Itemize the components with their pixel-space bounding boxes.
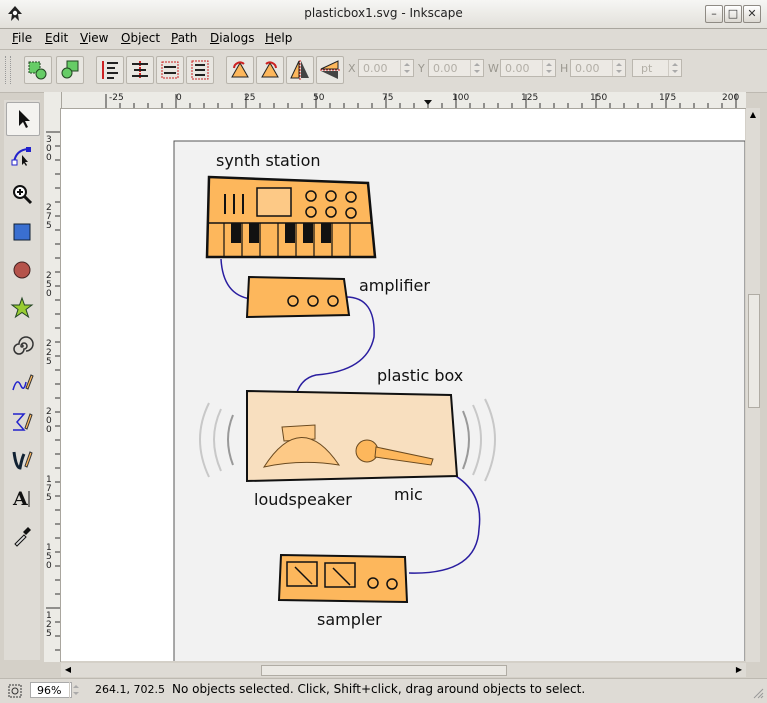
- scroll-right-icon[interactable]: ▶: [734, 665, 744, 675]
- horizontal-ruler[interactable]: -25 0 25 50 75 100 125 150 175 200: [62, 92, 746, 109]
- plastic-box: [246, 389, 459, 483]
- star-tool[interactable]: [6, 292, 38, 324]
- scroll-left-icon[interactable]: ◀: [63, 665, 73, 675]
- vertical-ruler[interactable]: 300 275 250 225 200 175 150 125: [44, 108, 61, 662]
- ruler-ticks: [105, 94, 737, 108]
- unit-select[interactable]: pt: [632, 58, 682, 80]
- scroll-up-icon[interactable]: ▲: [748, 110, 758, 120]
- horizontal-scrollbar[interactable]: ◀ ▶: [61, 663, 746, 677]
- menu-edit[interactable]: Edit: [45, 31, 68, 45]
- menu-dialogs[interactable]: Dialogs: [210, 31, 254, 45]
- label-sampler: sampler: [317, 610, 382, 629]
- calligraphy-tool[interactable]: [6, 444, 38, 476]
- vertical-scroll-thumb[interactable]: [748, 294, 760, 408]
- select-tool[interactable]: [6, 102, 40, 136]
- menu-object[interactable]: Object: [121, 31, 160, 45]
- x-spinner[interactable]: [400, 60, 413, 76]
- pen-tool[interactable]: [6, 406, 38, 438]
- zoom-input[interactable]: 96%: [30, 682, 72, 698]
- spiral-icon: [13, 336, 34, 355]
- zoom-fit-icon[interactable]: [8, 684, 22, 698]
- rectangle-tool[interactable]: [6, 216, 38, 248]
- h-spinner[interactable]: [612, 60, 625, 76]
- flip-h-button[interactable]: [286, 56, 314, 84]
- window-title: plasticbox1.svg - Inkscape: [304, 6, 463, 20]
- select-in-all-layers-button[interactable]: [56, 56, 84, 84]
- align-button[interactable]: [126, 56, 154, 84]
- flip-vertical-button[interactable]: [186, 56, 214, 84]
- synth-station-device: [205, 175, 377, 259]
- drawing: synth station amplifier plastic box loud…: [173, 140, 745, 661]
- calligraphy-icon: [12, 451, 33, 470]
- toolbar-handle[interactable]: [5, 56, 11, 84]
- ellipse-tool[interactable]: [6, 254, 38, 286]
- title-bar: plasticbox1.svg - Inkscape – □ ✕: [0, 0, 767, 29]
- toolbox: A: [4, 100, 40, 660]
- w-spinner[interactable]: [542, 60, 555, 76]
- flip-v-button[interactable]: [316, 56, 344, 84]
- arrow-icon: [19, 110, 30, 128]
- pencil-icon: [12, 374, 34, 391]
- rotate-90-cw-button[interactable]: [256, 56, 284, 84]
- cursor-coordinates: 264.1, 702.5: [95, 683, 165, 696]
- rotate-90-ccw-button[interactable]: [226, 56, 254, 84]
- w-field[interactable]: W 0.00: [488, 58, 556, 80]
- y-spinner[interactable]: [470, 60, 483, 76]
- flip-horizontal-button[interactable]: [156, 56, 184, 84]
- menu-help[interactable]: Help: [265, 31, 292, 45]
- node-tool[interactable]: [6, 140, 38, 172]
- close-button[interactable]: ✕: [743, 5, 761, 23]
- maximize-button[interactable]: □: [724, 5, 742, 23]
- zoom-spinner[interactable]: [69, 682, 82, 698]
- label-loudspeaker: loudspeaker: [254, 490, 352, 509]
- label-amplifier: amplifier: [359, 276, 430, 295]
- y-input[interactable]: 0.00: [428, 59, 484, 77]
- menu-view[interactable]: View: [80, 31, 108, 45]
- select-all-button[interactable]: [24, 56, 52, 84]
- ruler-pointer-icon: [424, 100, 432, 105]
- h-input[interactable]: 0.00: [570, 59, 626, 77]
- rectangle-icon: [13, 223, 31, 241]
- sampler-device: [277, 553, 409, 604]
- w-input[interactable]: 0.00: [500, 59, 556, 77]
- unit-value: pt: [641, 62, 653, 75]
- bezier-pen-icon: [13, 413, 33, 431]
- text-icon: A: [12, 488, 30, 510]
- dropper-tool[interactable]: [6, 520, 38, 552]
- magnifier-icon: [13, 185, 33, 205]
- label-mic: mic: [394, 485, 423, 504]
- amplifier-device: [245, 275, 351, 319]
- zoom-tool[interactable]: [6, 178, 38, 210]
- eyedropper-icon: [14, 527, 31, 547]
- text-tool[interactable]: A: [6, 482, 38, 514]
- status-bar: 96% 264.1, 702.5 No objects selected. Cl…: [0, 678, 767, 703]
- star-icon: [10, 296, 34, 319]
- menu-path[interactable]: Path: [171, 31, 197, 45]
- circle-icon: [13, 261, 31, 279]
- rotate-ccw-button[interactable]: [96, 56, 124, 84]
- unit-dropdown-icon[interactable]: [668, 60, 681, 76]
- drawing-canvas[interactable]: synth station amplifier plastic box loud…: [61, 109, 745, 661]
- status-message: No objects selected. Click, Shift+click,…: [172, 682, 586, 696]
- y-field[interactable]: Y 0.00: [418, 58, 484, 80]
- x-field[interactable]: X 0.00: [348, 58, 414, 80]
- minimize-button[interactable]: –: [705, 5, 723, 23]
- pencil-tool[interactable]: [6, 368, 38, 400]
- menu-bar: File Edit View Object Path Dialogs Help: [0, 29, 767, 50]
- svg-text:A: A: [12, 488, 28, 510]
- label-plastic-box: plastic box: [377, 366, 463, 385]
- node-icon: [11, 147, 31, 166]
- ruler-corner: [44, 92, 62, 109]
- resize-grip-icon[interactable]: [752, 687, 764, 699]
- ruler-ticks: [46, 131, 60, 651]
- horizontal-scroll-thumb[interactable]: [261, 665, 507, 676]
- spiral-tool[interactable]: [6, 330, 38, 362]
- label-synth-station: synth station: [216, 151, 321, 170]
- vertical-scrollbar[interactable]: ▲: [746, 108, 760, 662]
- menu-file[interactable]: File: [12, 31, 32, 45]
- x-input[interactable]: 0.00: [358, 59, 414, 77]
- tool-controls-bar: X 0.00 Y 0.00 W 0.00 H 0.00 pt: [0, 50, 767, 93]
- h-field[interactable]: H 0.00: [560, 58, 626, 80]
